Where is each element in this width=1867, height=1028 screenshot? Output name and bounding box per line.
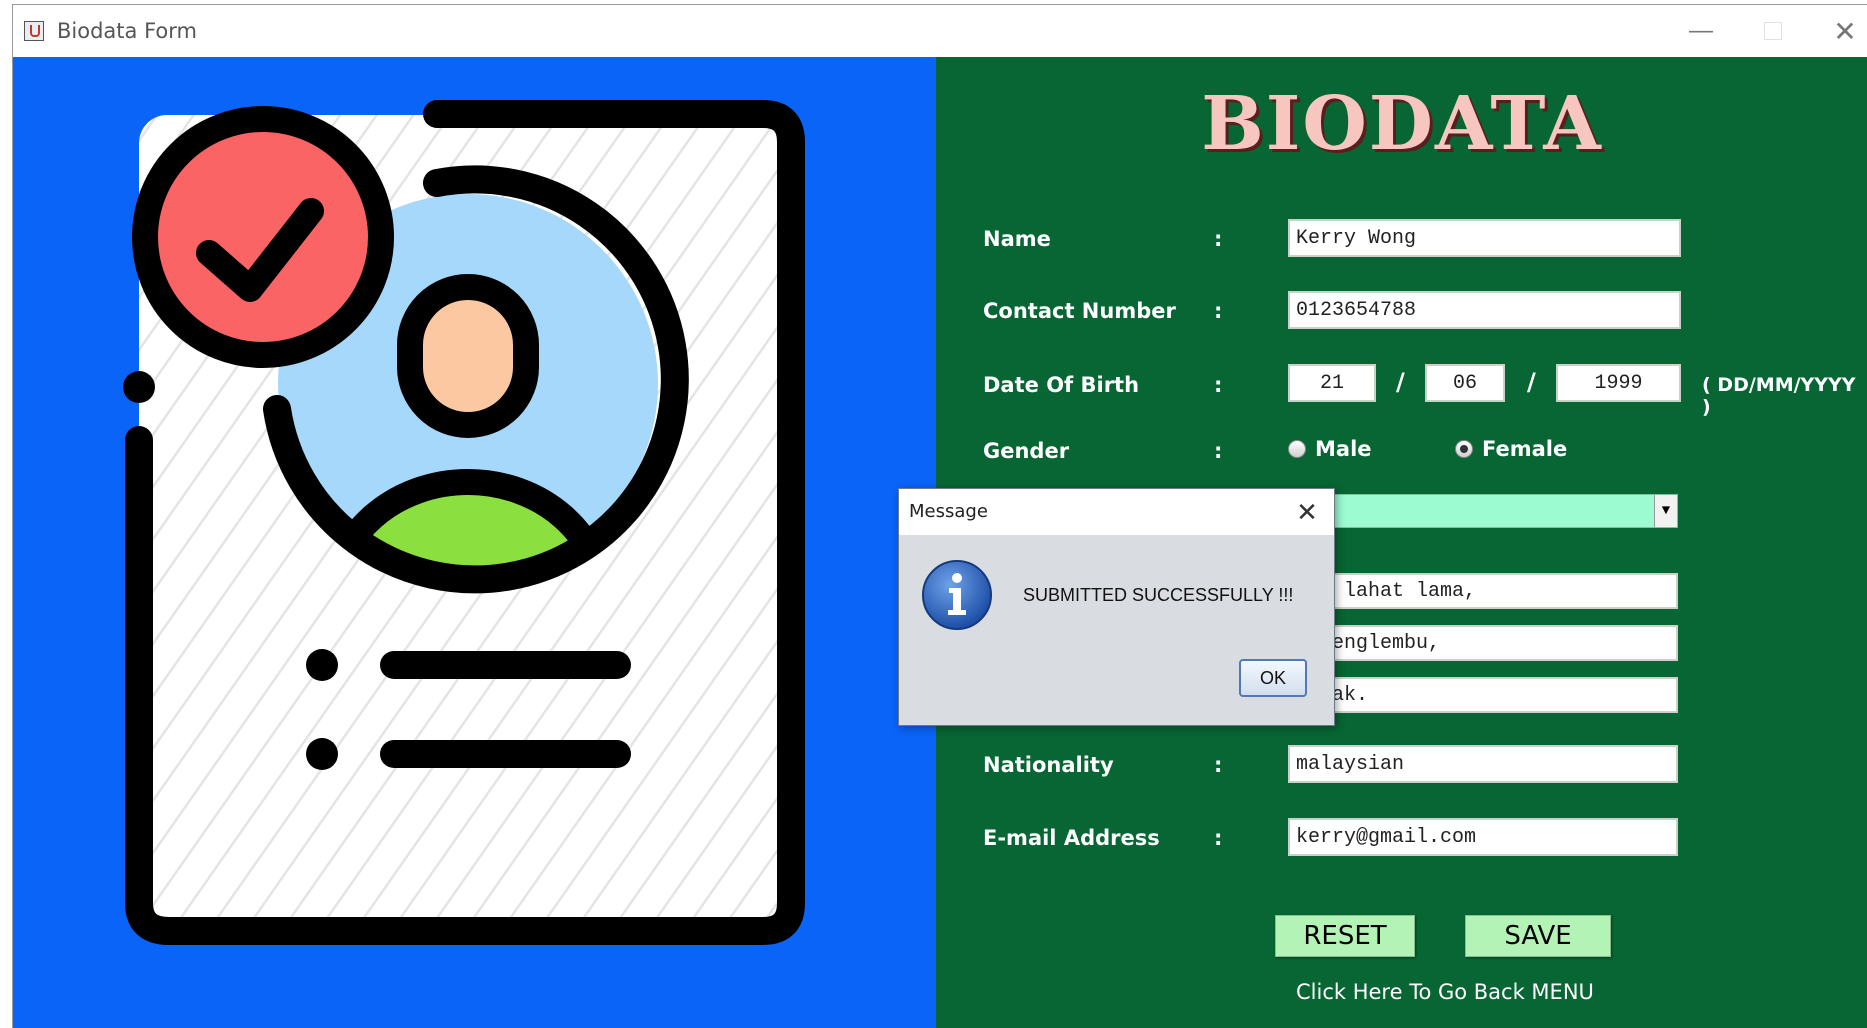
gender-label: Gender: [983, 439, 1070, 463]
reset-button[interactable]: RESET: [1275, 915, 1415, 957]
contact-label: Contact Number: [983, 299, 1176, 323]
dob-format-hint: ( DD/MM/YYYY ): [1702, 374, 1856, 418]
form-heading: BIODATA: [1201, 81, 1603, 167]
java-app-icon: [24, 21, 44, 41]
nationality-colon: :: [1214, 753, 1223, 777]
address-line-2[interactable]: 0 menglembu,: [1288, 625, 1678, 661]
dialog-title-bar: Message ✕: [899, 489, 1334, 535]
save-button[interactable]: SAVE: [1465, 915, 1611, 957]
email-label: E-mail Address: [983, 826, 1160, 850]
name-field[interactable]: Kerry Wong: [1288, 219, 1681, 257]
biodata-illustration: [123, 100, 805, 945]
info-icon: [922, 560, 992, 630]
dob-slash-2: /: [1527, 368, 1536, 396]
minimize-button[interactable]: —: [1665, 5, 1737, 57]
dob-year-field[interactable]: 1999: [1556, 364, 1681, 402]
title-bar: Biodata Form — ✕: [13, 5, 1867, 57]
contact-field[interactable]: 0123654788: [1288, 291, 1681, 329]
dob-day-field[interactable]: 21: [1288, 364, 1376, 402]
window-close-button[interactable]: ✕: [1809, 5, 1867, 57]
radio-checked-icon: [1455, 440, 1473, 458]
dob-month-field[interactable]: 06: [1425, 364, 1505, 402]
gender-colon: :: [1214, 439, 1223, 463]
dob-label: Date Of Birth: [983, 373, 1140, 397]
message-dialog: Message ✕ SUBMITTED SUCCESSFULLY !!! OK: [898, 488, 1335, 726]
address-line-3[interactable]: perak.: [1288, 677, 1678, 713]
gender-female-label: Female: [1482, 437, 1568, 461]
illustration-panel: [13, 57, 936, 1028]
dropdown-arrow-icon[interactable]: ▼: [1654, 495, 1677, 527]
combo-select[interactable]: e ▼: [1288, 494, 1678, 528]
minimize-icon: —: [1689, 17, 1713, 44]
gender-male-label: Male: [1315, 437, 1372, 461]
close-icon: ✕: [1833, 15, 1857, 47]
dialog-close-button[interactable]: ✕: [1290, 495, 1324, 529]
gender-male-radio[interactable]: Male: [1288, 437, 1372, 461]
dialog-title: Message: [909, 501, 988, 522]
radio-unchecked-icon: [1288, 440, 1306, 458]
dialog-message: SUBMITTED SUCCESSFULLY !!!: [1023, 585, 1294, 605]
nationality-label: Nationality: [983, 753, 1114, 777]
name-colon: :: [1214, 227, 1223, 251]
dob-slash-1: /: [1396, 368, 1405, 396]
email-colon: :: [1214, 826, 1223, 850]
dob-colon: :: [1214, 373, 1223, 397]
contact-colon: :: [1214, 299, 1223, 323]
name-label: Name: [983, 227, 1051, 251]
back-to-menu-link[interactable]: Click Here To Go Back MENU: [1296, 980, 1594, 1004]
email-field[interactable]: kerry@gmail.com: [1288, 818, 1678, 856]
nationality-field[interactable]: malaysian: [1288, 745, 1678, 783]
maximize-button: [1737, 5, 1809, 57]
gender-female-radio[interactable]: Female: [1455, 437, 1567, 461]
address-line-1[interactable]: lan lahat lama,: [1288, 573, 1678, 609]
maximize-icon: [1764, 22, 1782, 40]
check-badge-icon: [132, 106, 394, 368]
ok-button[interactable]: OK: [1239, 659, 1307, 697]
window-title: Biodata Form: [57, 19, 197, 43]
